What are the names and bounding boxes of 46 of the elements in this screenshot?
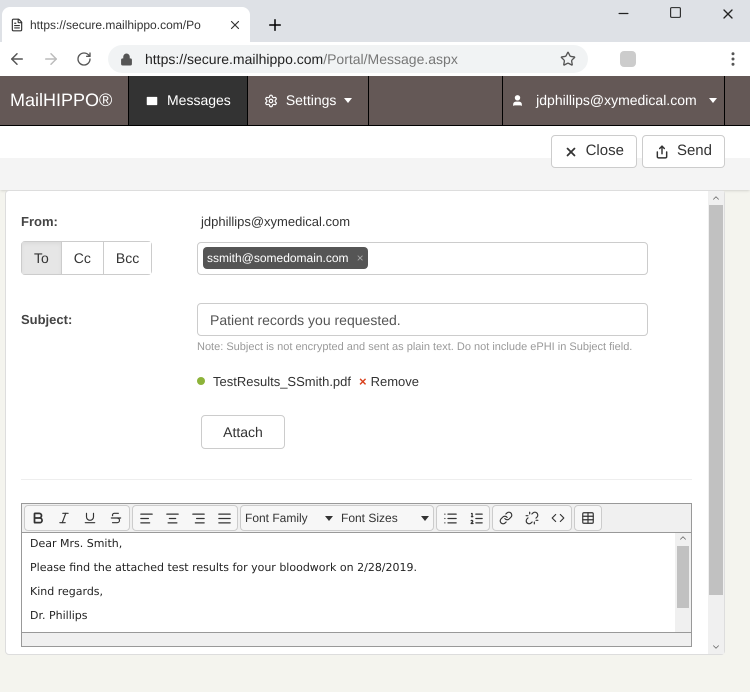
caret-icon [325, 516, 333, 520]
scrollbar-thumb[interactable] [709, 205, 723, 595]
subject-field[interactable]: Patient records you requested. [197, 303, 648, 336]
url-text: https://secure.mailhippo.com/Portal/Message.aspx [145, 50, 459, 69]
settings-icon [264, 94, 278, 108]
lock-icon [120, 52, 133, 66]
recipient-field[interactable]: ssmith@somedomain.com × [197, 242, 648, 274]
font-family-dropdown[interactable]: Font Family [241, 506, 337, 530]
remove-attachment-link[interactable]: × Remove [359, 372, 420, 391]
action-button[interactable]: Close [550, 135, 637, 168]
attachment-name: TestResults_SSmith.pdf [213, 372, 352, 391]
tab-title: https://secure.mailhippo.com/Po [30, 16, 202, 34]
address-bar[interactable]: https://secure.mailhippo.com/Portal/Message.aspx [108, 45, 588, 73]
user-menu[interactable]: jdphillips@xymedical.com [503, 76, 726, 125]
recipient-type-button[interactable]: To [22, 242, 61, 274]
editor-body[interactable]: Dear Mrs. Smith, Please find the attached test results for your bloodwork on 2/28/2019. Kind regards, Dr. Phillips [22, 533, 675, 632]
from-value: jdphillips@xymedical.com [201, 213, 350, 232]
nav-item[interactable]: Settings [248, 76, 370, 125]
user-icon [511, 94, 524, 107]
recipient-email: ssmith@somedomain.com [207, 250, 349, 267]
editor-paragraph: Please find the attached test results for your bloodwork on 2/28/2019. [30, 560, 418, 576]
action-button[interactable]: Send [642, 135, 725, 168]
scrollbar-thumb[interactable] [677, 546, 689, 608]
subject-label: Subject: [21, 310, 74, 329]
from-label: From: [21, 213, 59, 232]
editor-paragraph: Dr. Phillips [30, 608, 89, 624]
star-icon[interactable] [560, 51, 576, 67]
editor-paragraph: Dear Mrs. Smith, [30, 536, 124, 552]
editor-paragraph: Kind regards, [30, 584, 104, 600]
share-icon [654, 144, 669, 158]
recipient-tag[interactable]: ssmith@somedomain.com × [203, 247, 368, 269]
caret-icon [344, 98, 352, 103]
reload-icon[interactable] [76, 51, 92, 67]
close-icon [564, 144, 578, 158]
maximize-icon[interactable] [669, 6, 682, 19]
new-tab-icon[interactable] [266, 16, 284, 34]
subject-note: Note: Subject is not encrypted and sent as plain text. Do not include ePHI in Subject field. [197, 340, 634, 355]
back-icon[interactable] [8, 50, 26, 68]
page-icon [10, 18, 24, 32]
caret-icon [708, 98, 717, 103]
recipient-type-button[interactable]: Bcc [102, 242, 152, 274]
font-sizes-dropdown[interactable]: Font Sizes [337, 506, 433, 530]
attach-button[interactable]: Attach [201, 415, 285, 449]
caret-icon [421, 516, 429, 520]
browser-tab[interactable]: https://secure.mailhippo.com/Po [2, 7, 250, 42]
nav-item[interactable]: Messages [129, 76, 248, 125]
